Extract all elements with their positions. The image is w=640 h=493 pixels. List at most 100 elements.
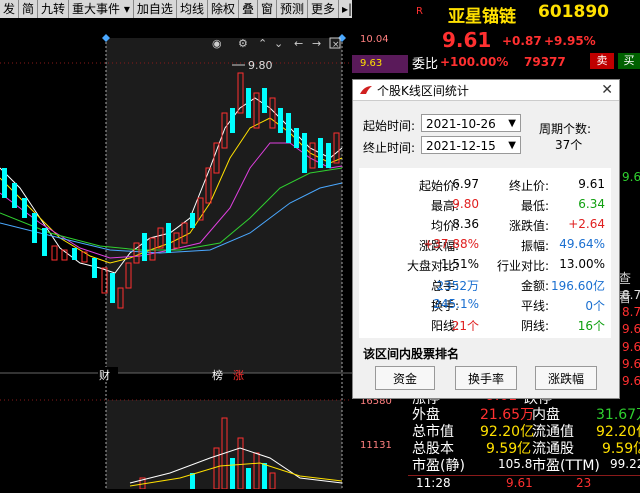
rank-by-change-button[interactable]: 涨跌幅 — [535, 366, 597, 390]
stat-value: 9.80 — [452, 197, 479, 211]
toolbar-item-forecast[interactable]: 预测 — [277, 0, 309, 18]
volume-bar — [246, 468, 251, 489]
stat-value: 245.1% — [433, 297, 479, 311]
rank-by-turnover-button[interactable]: 换手率 — [455, 366, 517, 390]
side-value: 9.6 — [622, 374, 640, 388]
chevron-down-icon: ⌄ — [274, 37, 283, 50]
end-date-value: 2021-12-15 — [426, 139, 496, 153]
marker-bang[interactable]: 榜 — [212, 367, 223, 383]
candle — [51, 245, 58, 261]
stat-value: 2352万 — [436, 279, 479, 293]
toolbar-item-ex-rights[interactable]: 除权 — [208, 0, 239, 18]
candle — [318, 138, 323, 168]
row-value: 9.59亿 — [602, 441, 640, 457]
toolbar-item-fa[interactable]: 发 — [0, 0, 20, 18]
ranking-title: 该区间内股票排名 — [363, 347, 460, 361]
chart-toolbar: 发 简 九转 重大事件 ▾ 加自选 均线 除权 叠 窗 预测 更多 ▸| — [0, 0, 352, 18]
volume-bar — [190, 473, 195, 489]
start-date-value: 2021-10-26 — [426, 117, 496, 131]
candle — [286, 113, 291, 143]
candle — [294, 128, 299, 148]
toolbar-item-add-watchlist[interactable]: 加自选 — [134, 0, 177, 18]
toolbar-item-window[interactable]: 窗 — [258, 0, 277, 18]
stat-value: 1.51% — [440, 257, 479, 271]
axis-label-vol-2: 11131 — [360, 440, 392, 451]
tick-volume: 23 — [576, 476, 592, 490]
start-time-label: 起始时间: — [363, 119, 416, 133]
candle — [230, 108, 235, 133]
stat-value: 13.00% — [559, 257, 605, 271]
stat-value: 6.97 — [452, 177, 479, 191]
row-value: 9.59亿 — [486, 441, 532, 457]
close-icon[interactable]: ✕ — [601, 82, 613, 98]
candle — [22, 198, 27, 218]
side-value: 8.7 — [622, 305, 640, 319]
tick-time: 11:28 — [416, 476, 451, 490]
toolbar-item-more[interactable]: 更多 — [308, 0, 340, 18]
arrow-left-icon: ← — [294, 37, 303, 50]
sell-button[interactable]: 卖 — [590, 53, 614, 69]
chevron-down-icon: ▼ — [508, 118, 516, 129]
end-date-picker[interactable]: 2021-12-15 ▼ — [421, 136, 521, 154]
stat-value: 0个 — [585, 299, 605, 313]
stat-value: +2.64 — [568, 217, 605, 231]
axis-label-top: 10.04 — [360, 34, 389, 45]
toolbar-expand-icon[interactable]: ▸| — [339, 0, 352, 18]
stat-value: 21个 — [451, 319, 479, 333]
candle — [190, 213, 195, 228]
stat-value: 8.36 — [452, 217, 479, 231]
dialog-titlebar[interactable]: 个股K线区间统计 — [353, 80, 619, 101]
stat-value: 49.64% — [559, 237, 605, 251]
period-count-value: 37个 — [555, 138, 583, 152]
toolbar-item-moving-average[interactable]: 均线 — [177, 0, 208, 18]
toolbar-item-jiuzhuan[interactable]: 九转 — [38, 0, 70, 18]
candle — [92, 258, 97, 278]
marker-cai[interactable]: 财 — [99, 367, 110, 383]
side-value: 9.6 — [622, 170, 640, 184]
candle — [302, 133, 307, 173]
candle — [142, 233, 147, 261]
stats-panel — [359, 168, 611, 338]
side-value: 9.6 — [622, 340, 640, 354]
quote-row: 市盈(静) 105.8 市盈(TTM) 99.22 — [412, 455, 640, 475]
stat-value: 6.34 — [578, 197, 605, 211]
toolbar-item-major-events[interactable]: 重大事件 ▾ — [69, 0, 134, 18]
candle — [262, 88, 267, 113]
weibi-volume: 79377 — [524, 55, 566, 69]
candle — [166, 223, 171, 253]
kline-chart[interactable]: 9.80 ◉ ⚙ ⌃ ⌄ ← → × 财 榜 涨 — [0, 18, 352, 490]
buy-button[interactable]: 买 — [618, 53, 640, 69]
price-change-pct: +9.95% — [544, 34, 596, 48]
candle — [72, 248, 77, 260]
high-price-label: 9.80 — [248, 59, 273, 72]
weibi-value: +100.00% — [440, 55, 509, 69]
stat-label: 平线: — [520, 299, 549, 313]
row-value: 99.22 — [610, 457, 640, 471]
toolbar-item-jian[interactable]: 简 — [19, 0, 39, 18]
row-label: 市盈(静) — [412, 458, 465, 474]
stat-label: 阴线: — [520, 319, 549, 333]
major-events-label: 重大事件 — [72, 2, 121, 16]
toolbar-item-overlay[interactable]: 叠 — [239, 0, 258, 18]
rank-by-funds-button[interactable]: 资金 — [375, 366, 435, 390]
candle — [32, 213, 37, 243]
stat-label: 涨跌值: — [508, 219, 549, 233]
volume-bar — [262, 463, 267, 489]
dialog-title: 个股K线区间统计 — [377, 83, 469, 98]
start-date-picker[interactable]: 2021-10-26 ▼ — [421, 114, 521, 132]
stat-value: 196.60亿 — [551, 279, 605, 293]
eye-icon: ◉ — [212, 37, 222, 50]
end-time-label: 终止时间: — [363, 141, 416, 155]
stat-value: 9.61 — [578, 177, 605, 191]
period-count-label: 周期个数: — [539, 122, 592, 136]
candle — [278, 108, 283, 133]
stat-label: 最低: — [520, 199, 549, 213]
selection-range-shade — [106, 38, 342, 373]
chevron-up-icon: ⌃ — [258, 37, 267, 50]
marker-zhang[interactable]: 涨 — [233, 367, 244, 383]
stat-value: 16个 — [577, 319, 605, 333]
app-logo-icon — [360, 86, 372, 94]
row-label: 市盈(TTM) — [532, 458, 600, 474]
candle — [42, 228, 47, 256]
stock-code: 601890 — [538, 2, 609, 22]
